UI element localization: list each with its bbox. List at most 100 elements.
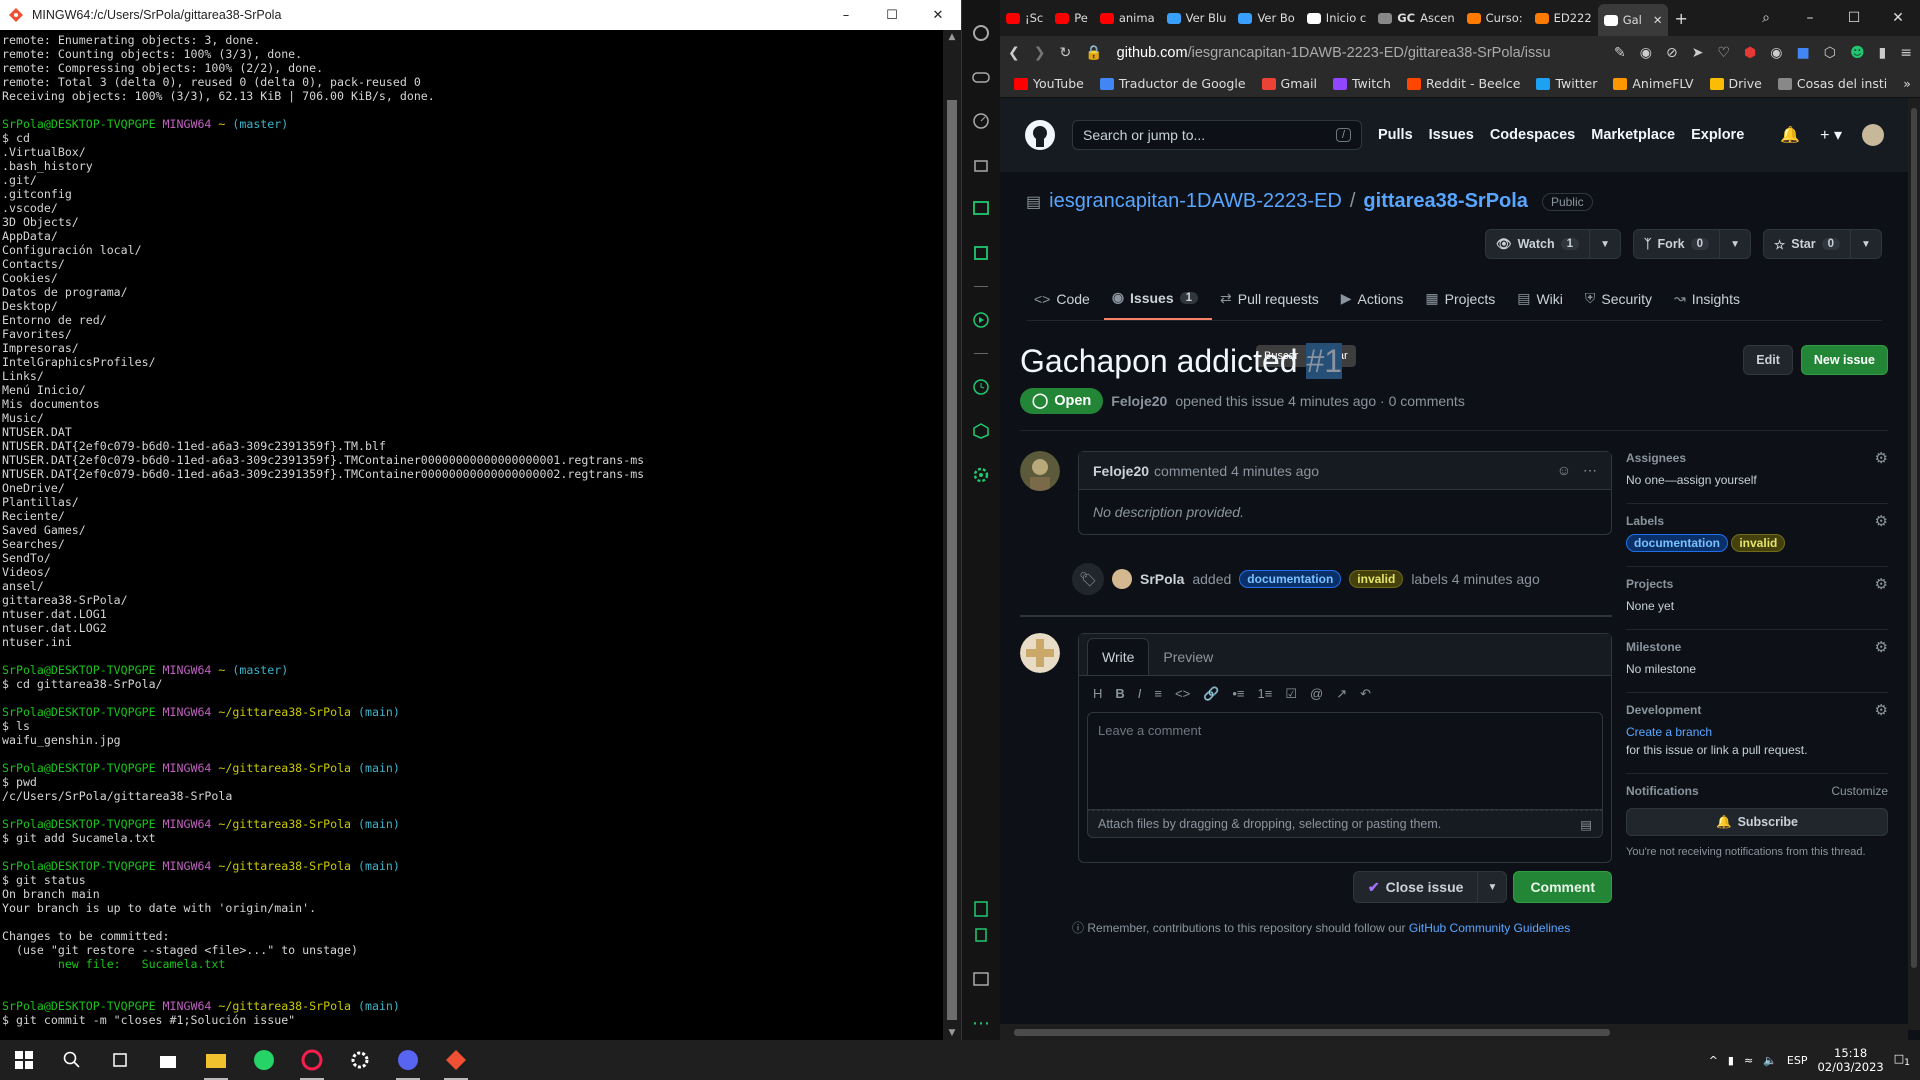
battery-icon[interactable]: ▮ bbox=[1728, 1054, 1734, 1067]
whatsapp-icon[interactable] bbox=[240, 1040, 288, 1080]
attach-files-area[interactable]: Attach files by dragging & dropping, sel… bbox=[1087, 810, 1603, 838]
bookmark[interactable]: AnimeFLV bbox=[1613, 76, 1694, 91]
create-new-icon[interactable]: + ▾ bbox=[1820, 125, 1842, 145]
minimize-button[interactable]: – bbox=[823, 0, 869, 30]
assignees-value[interactable]: No one—assign yourself bbox=[1626, 473, 1888, 487]
menu-icon[interactable]: ≡ bbox=[1900, 45, 1912, 61]
discord-icon[interactable] bbox=[384, 1040, 432, 1080]
store-icon[interactable] bbox=[144, 1040, 192, 1080]
tab-projects[interactable]: ▦ Projects bbox=[1417, 283, 1509, 320]
bookmark[interactable]: Twitch bbox=[1332, 76, 1391, 91]
edit-button[interactable]: Edit bbox=[1743, 345, 1793, 375]
nav-link[interactable]: Pulls bbox=[1378, 127, 1413, 143]
tab-wiki[interactable]: ▤ Wiki bbox=[1509, 283, 1577, 320]
wifi-icon[interactable]: ≈ bbox=[1744, 1054, 1753, 1067]
tab-write[interactable]: Write bbox=[1087, 638, 1150, 675]
opera-logo-icon[interactable] bbox=[970, 22, 992, 44]
terminal-scrollbar[interactable]: ▲ ▼ bbox=[943, 30, 961, 1040]
notification-center-icon[interactable]: □1 bbox=[1894, 1052, 1910, 1068]
hardware-monitor-icon[interactable] bbox=[970, 898, 992, 920]
git-bash-taskbar-icon[interactable] bbox=[432, 1040, 480, 1080]
undo-icon[interactable]: ↶ bbox=[1360, 686, 1371, 702]
minimize-button[interactable]: – bbox=[1788, 3, 1832, 33]
browser-tab[interactable]: Curso: bbox=[1461, 4, 1529, 32]
player-icon[interactable] bbox=[970, 309, 992, 331]
extension-icon[interactable]: ◉ bbox=[1770, 45, 1782, 61]
scrollbar-thumb[interactable] bbox=[1911, 108, 1917, 968]
current-user-avatar[interactable] bbox=[1020, 633, 1060, 673]
settings-icon[interactable] bbox=[336, 1040, 384, 1080]
kebab-icon[interactable]: ⋯ bbox=[1583, 462, 1597, 479]
clock[interactable]: 15:18 02/03/2023 bbox=[1817, 1046, 1883, 1074]
cpu-icon[interactable] bbox=[970, 242, 992, 264]
customize-link[interactable]: Customize bbox=[1831, 784, 1888, 798]
browser-tab[interactable]: Pe bbox=[1049, 4, 1094, 32]
nav-link[interactable]: Codespaces bbox=[1490, 127, 1575, 143]
gear-icon[interactable]: ⚙ bbox=[1875, 638, 1888, 656]
scrollbar-thumb[interactable] bbox=[1014, 1029, 1610, 1036]
browser-tab[interactable]: Ver Blu bbox=[1161, 4, 1233, 32]
tab-insights[interactable]: ↝ Insights bbox=[1666, 283, 1754, 320]
robot-icon[interactable] bbox=[970, 154, 992, 176]
cube-icon[interactable] bbox=[970, 420, 992, 442]
more-icon[interactable]: ⋯ bbox=[970, 1012, 992, 1034]
image-icon[interactable] bbox=[970, 968, 992, 990]
scroll-up-icon[interactable]: ▲ bbox=[943, 32, 961, 42]
italic-icon[interactable]: I bbox=[1138, 686, 1142, 702]
battery-icon[interactable]: ▮ bbox=[1879, 45, 1887, 61]
nav-link[interactable]: Marketplace bbox=[1591, 127, 1675, 143]
tab-security[interactable]: ⛨ Security bbox=[1577, 283, 1666, 320]
chevron-up-icon[interactable]: ^ bbox=[1709, 1054, 1718, 1067]
twitch-icon[interactable] bbox=[970, 198, 992, 220]
bold-icon[interactable]: B bbox=[1115, 686, 1124, 702]
new-issue-button[interactable]: New issue bbox=[1800, 345, 1888, 375]
gx-control-icon[interactable] bbox=[970, 924, 992, 946]
bookmark[interactable]: YouTube bbox=[1014, 76, 1084, 91]
label-documentation[interactable]: documentation bbox=[1626, 534, 1728, 552]
chevron-down-icon[interactable]: ▼ bbox=[1720, 239, 1750, 250]
page-scrollbar[interactable] bbox=[1908, 98, 1920, 1030]
comment-button[interactable]: Comment bbox=[1513, 871, 1612, 903]
gear-icon[interactable]: ⚙ bbox=[1875, 512, 1888, 530]
browser-tab[interactable]: ED222 bbox=[1529, 4, 1598, 32]
terminal-titlebar[interactable]: MINGW64:/c/Users/SrPola/gittarea38-SrPol… bbox=[0, 0, 961, 30]
speed-dial-icon[interactable] bbox=[970, 110, 992, 132]
maximize-button[interactable]: ☐ bbox=[1832, 3, 1876, 33]
horizontal-scrollbar[interactable] bbox=[1000, 1024, 1908, 1040]
reference-icon[interactable]: ↗ bbox=[1336, 686, 1347, 702]
commenter-avatar[interactable] bbox=[1020, 451, 1060, 491]
org-link[interactable]: iesgrancapitan-1DAWB-2223-ED bbox=[1049, 190, 1342, 213]
nav-link[interactable]: Explore bbox=[1691, 127, 1744, 143]
tab-pull-requests[interactable]: ⇄ Pull requests bbox=[1212, 283, 1333, 320]
comment-author[interactable]: Feloje20 bbox=[1093, 463, 1149, 479]
heading-icon[interactable]: H bbox=[1093, 686, 1102, 702]
chevron-down-icon[interactable]: ▼ bbox=[1590, 239, 1620, 250]
notifications-bell-icon[interactable]: 🔔 bbox=[1780, 125, 1800, 145]
github-logo-icon[interactable] bbox=[1024, 119, 1056, 151]
scrollbar-thumb[interactable] bbox=[947, 100, 957, 1020]
gear-icon[interactable]: ⚙ bbox=[1875, 449, 1888, 467]
avatar[interactable] bbox=[1862, 124, 1884, 146]
quote-icon[interactable]: ≡ bbox=[1154, 686, 1162, 702]
tracker-icon[interactable]: ⊘ bbox=[1666, 45, 1678, 61]
heart-icon[interactable]: ♡ bbox=[1717, 45, 1730, 61]
chevron-down-icon[interactable]: ▼ bbox=[1478, 882, 1506, 893]
star-button[interactable]: ☆ Star 0 ▼ bbox=[1763, 229, 1882, 259]
label-invalid[interactable]: invalid bbox=[1731, 534, 1786, 552]
git-bash-window[interactable]: MINGW64:/c/Users/SrPola/gittarea38-SrPol… bbox=[0, 0, 962, 1040]
back-icon[interactable]: ❮ bbox=[1008, 45, 1020, 61]
bookmark[interactable]: Drive bbox=[1709, 76, 1762, 91]
tab-issues[interactable]: ◉ Issues 1 bbox=[1103, 283, 1213, 320]
controller-icon[interactable] bbox=[970, 66, 992, 88]
label-invalid[interactable]: invalid bbox=[1349, 570, 1404, 588]
search-tabs-icon[interactable]: ⌕ bbox=[1744, 3, 1788, 33]
gear-icon[interactable]: ⚙ bbox=[1875, 701, 1888, 719]
event-actor[interactable]: SrPola bbox=[1140, 571, 1184, 587]
search-icon[interactable] bbox=[48, 1040, 96, 1080]
bookmark[interactable]: Gmail bbox=[1261, 76, 1317, 91]
code-icon[interactable]: <> bbox=[1175, 686, 1190, 702]
event-avatar[interactable] bbox=[1112, 569, 1132, 589]
translate-icon[interactable]: ■ bbox=[1796, 45, 1809, 61]
mention-icon[interactable]: @ bbox=[1310, 686, 1323, 702]
browser-tab[interactable]: Ver Bo bbox=[1232, 4, 1300, 32]
